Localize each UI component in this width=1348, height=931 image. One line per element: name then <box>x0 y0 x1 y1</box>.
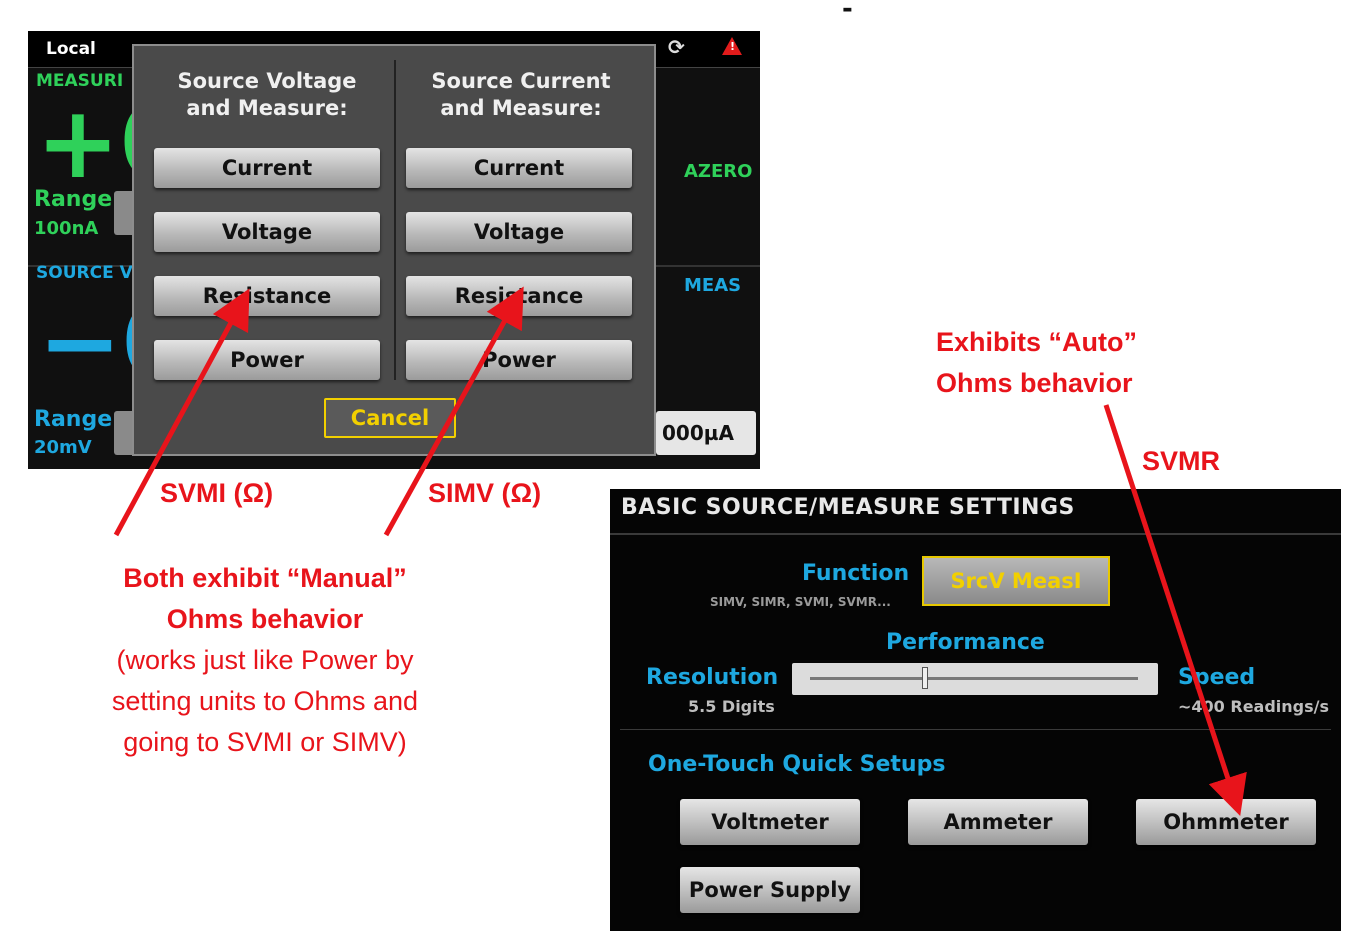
power-supply-button[interactable]: Power Supply <box>680 867 860 913</box>
resolution-value: 5.5 Digits <box>688 697 775 716</box>
top-dash: - <box>842 0 853 24</box>
source-voltage-heading-line2: and Measure: <box>186 96 348 120</box>
column-separator <box>394 60 396 380</box>
resolution-label: Resolution <box>646 665 779 690</box>
warning-triangle-icon[interactable]: ! <box>722 37 742 55</box>
section-divider <box>620 729 1331 730</box>
basic-settings-screenshot: BASIC SOURCE/MEASURE SETTINGS Function S… <box>610 489 1341 931</box>
sv-power-button[interactable]: Power <box>154 340 380 380</box>
ohmmeter-button[interactable]: Ohmmeter <box>1136 799 1316 845</box>
speed-label: Speed <box>1178 665 1256 690</box>
auto-ohms-note: Exhibits “Auto” Ohms behavior <box>936 322 1137 404</box>
manual-note-line5: going to SVMI or SIMV) <box>123 727 407 757</box>
source-current-heading: Source Current and Measure: <box>406 68 636 122</box>
quick-setups-label: One-Touch Quick Setups <box>648 752 946 777</box>
voltmeter-button[interactable]: Voltmeter <box>680 799 860 845</box>
source-label: SOURCE V <box>36 263 133 283</box>
auto-note-line2: Ohms behavior <box>936 368 1133 398</box>
local-mode-indicator: Local <box>46 39 96 59</box>
si-resistance-button[interactable]: Resistance <box>406 276 632 316</box>
slider-track <box>810 677 1138 680</box>
svmi-annotation: SVMI (Ω) <box>160 478 274 508</box>
source-range-value: 20mV <box>34 437 92 458</box>
si-current-button[interactable]: Current <box>406 148 632 188</box>
measure-range-value: 100nA <box>34 218 99 239</box>
manual-ohms-note: Both exhibit “Manual” Ohms behavior (wor… <box>40 558 490 763</box>
refresh-icon[interactable]: ⟳ <box>668 35 685 59</box>
cancel-button[interactable]: Cancel <box>324 398 456 438</box>
auto-note-line1: Exhibits “Auto” <box>936 327 1137 357</box>
source-range-label: Range <box>34 407 113 432</box>
sv-current-button[interactable]: Current <box>154 148 380 188</box>
measure-range-label: Range <box>34 187 113 212</box>
function-select-button[interactable]: SrcV MeasI <box>922 556 1110 606</box>
si-voltage-button[interactable]: Voltage <box>406 212 632 252</box>
manual-note-line3: (works just like Power by <box>116 645 414 675</box>
function-label: Function <box>802 561 910 586</box>
manual-note-line1: Both exhibit “Manual” <box>123 563 407 593</box>
title-divider <box>610 533 1341 535</box>
azero-indicator: AZERO <box>684 161 753 182</box>
function-select-dialog: Source Voltage and Measure: Source Curre… <box>132 44 656 456</box>
si-power-button[interactable]: Power <box>406 340 632 380</box>
limit-button[interactable]: 000µA <box>656 411 756 455</box>
source-voltage-heading-line1: Source Voltage <box>177 69 357 93</box>
ammeter-button[interactable]: Ammeter <box>908 799 1088 845</box>
source-voltage-heading: Source Voltage and Measure: <box>152 68 382 122</box>
slider-thumb[interactable] <box>921 667 928 689</box>
sv-voltage-button[interactable]: Voltage <box>154 212 380 252</box>
svmr-annotation: SVMR <box>1142 446 1221 476</box>
source-current-heading-line1: Source Current <box>431 69 611 93</box>
meas-indicator: MEAS <box>684 275 742 296</box>
warning-mark: ! <box>730 40 736 53</box>
manual-note-line2: Ohms behavior <box>166 604 364 634</box>
function-subtitle: SIMV, SIMR, SVMI, SVMR... <box>710 595 891 609</box>
simv-annotation: SIMV (Ω) <box>428 478 542 508</box>
settings-title: BASIC SOURCE/MEASURE SETTINGS <box>621 495 1075 520</box>
performance-slider[interactable] <box>792 663 1158 695</box>
speed-value: ~400 Readings/s <box>1178 697 1330 716</box>
source-measure-dialog-screenshot: Local ⟳ ! MEASURI +0 Range 100nA AZERO S… <box>28 31 760 469</box>
manual-note-line4: setting units to Ohms and <box>111 686 419 716</box>
performance-label: Performance <box>886 630 1045 655</box>
source-current-heading-line2: and Measure: <box>440 96 602 120</box>
sv-resistance-button[interactable]: Resistance <box>154 276 380 316</box>
